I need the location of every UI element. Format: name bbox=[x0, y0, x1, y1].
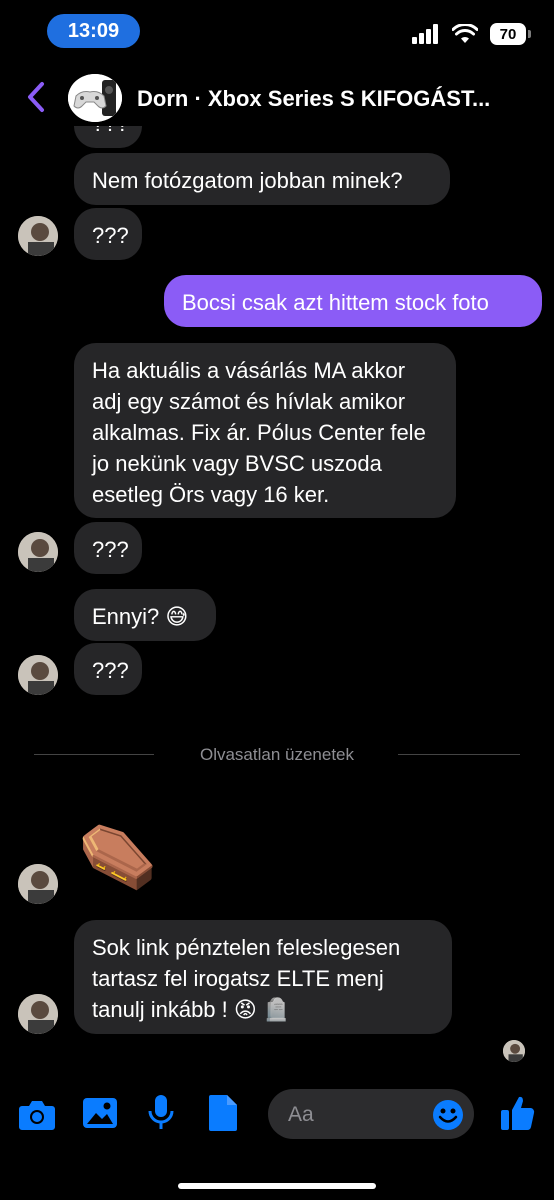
conversation-avatar[interactable] bbox=[68, 74, 122, 122]
xbox-console-icon bbox=[68, 74, 122, 122]
contact-avatar[interactable] bbox=[18, 994, 58, 1034]
divider-line-right bbox=[398, 754, 520, 755]
conversation-title[interactable]: Dorn · Xbox Series S KIFOGÁST... bbox=[137, 86, 537, 112]
contact-avatar[interactable] bbox=[18, 216, 58, 256]
message-outgoing[interactable]: Bocsi csak azt hittem stock foto bbox=[164, 275, 542, 327]
cellular-signal-icon bbox=[412, 24, 438, 44]
unread-divider-label: Olvasatlan üzenetek bbox=[199, 745, 355, 764]
message-emoji[interactable]: ⚰️ bbox=[78, 818, 158, 894]
battery-indicator: 70 bbox=[490, 23, 531, 45]
document-icon[interactable] bbox=[208, 1094, 238, 1132]
message-incoming[interactable]: Ha aktuális a vásárlás MA akkor adj egy … bbox=[74, 343, 456, 518]
thumbs-up-icon[interactable] bbox=[500, 1094, 536, 1132]
message-incoming[interactable]: ??? bbox=[74, 643, 142, 695]
microphone-icon[interactable] bbox=[148, 1094, 174, 1132]
divider-line-left bbox=[34, 754, 154, 755]
wifi-icon bbox=[452, 24, 478, 43]
message-incoming[interactable]: Ennyi? 😅 bbox=[74, 589, 216, 641]
back-chevron-icon[interactable] bbox=[22, 80, 52, 114]
message-incoming[interactable]: ??? bbox=[74, 522, 142, 574]
emoji-icon[interactable] bbox=[432, 1099, 464, 1131]
message-input[interactable] bbox=[288, 1100, 428, 1130]
message-incoming[interactable]: Sok link pénztelen feleslegesen tartasz … bbox=[74, 920, 452, 1034]
contact-avatar[interactable] bbox=[18, 864, 58, 904]
home-indicator bbox=[178, 1183, 376, 1189]
image-icon[interactable] bbox=[82, 1097, 118, 1129]
seen-receipt-avatar bbox=[503, 1040, 525, 1062]
status-time: 13:09 bbox=[47, 14, 140, 48]
message-incoming[interactable]: Nem fotózgatom jobban minek? bbox=[74, 153, 450, 205]
status-icons: 70 bbox=[412, 22, 531, 46]
message-incoming[interactable]: ??? bbox=[74, 208, 142, 260]
contact-avatar[interactable] bbox=[18, 532, 58, 572]
camera-icon[interactable] bbox=[18, 1097, 56, 1131]
contact-avatar[interactable] bbox=[18, 655, 58, 695]
